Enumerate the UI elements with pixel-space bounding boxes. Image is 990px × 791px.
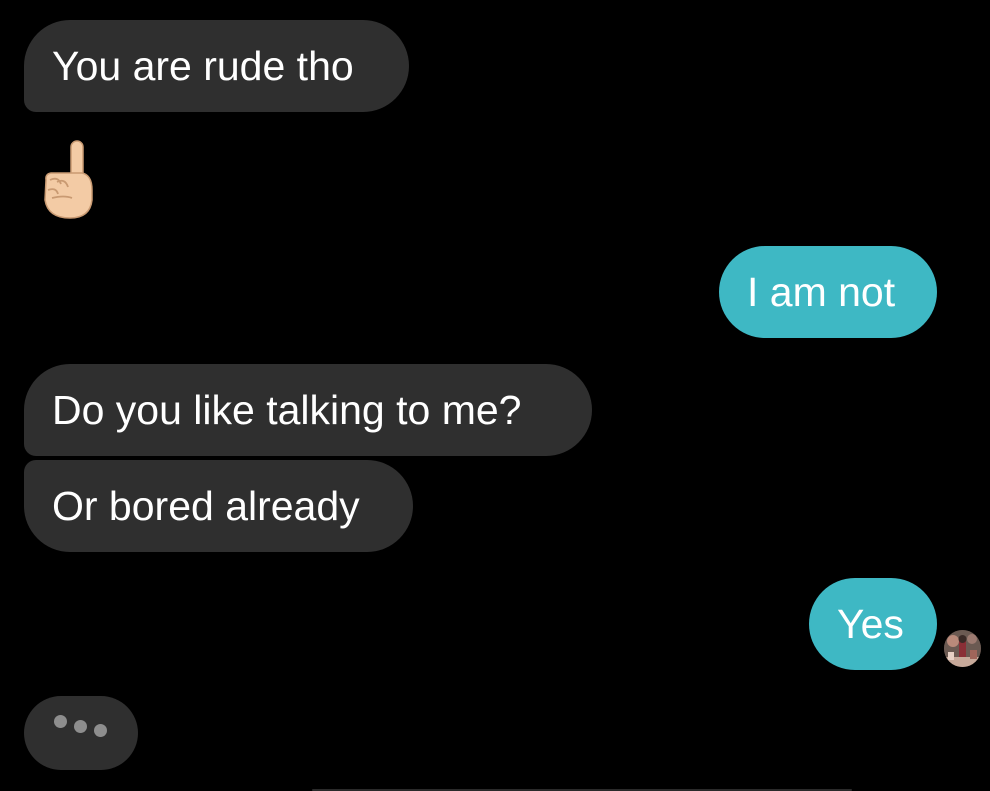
index-pointing-up-emoji-icon[interactable] <box>38 138 98 222</box>
message-text: Yes <box>837 600 904 647</box>
incoming-message-bubble[interactable]: You are rude tho <box>24 20 409 112</box>
outgoing-message-bubble[interactable]: Yes <box>809 578 937 670</box>
message-text: I am not <box>747 268 896 315</box>
incoming-message-bubble[interactable]: Do you like talking to me? <box>24 364 592 456</box>
typing-dot-icon <box>94 724 107 737</box>
message-text: You are rude tho <box>52 42 354 89</box>
typing-dot-icon <box>74 720 87 733</box>
message-text: Or bored already <box>52 482 360 529</box>
read-receipt-avatar-icon[interactable] <box>944 630 981 667</box>
incoming-message-bubble[interactable]: Or bored already <box>24 460 413 552</box>
typing-indicator <box>24 696 138 770</box>
outgoing-message-bubble[interactable]: I am not <box>719 246 937 338</box>
message-text: Do you like talking to me? <box>52 386 522 433</box>
typing-dot-icon <box>54 715 67 728</box>
